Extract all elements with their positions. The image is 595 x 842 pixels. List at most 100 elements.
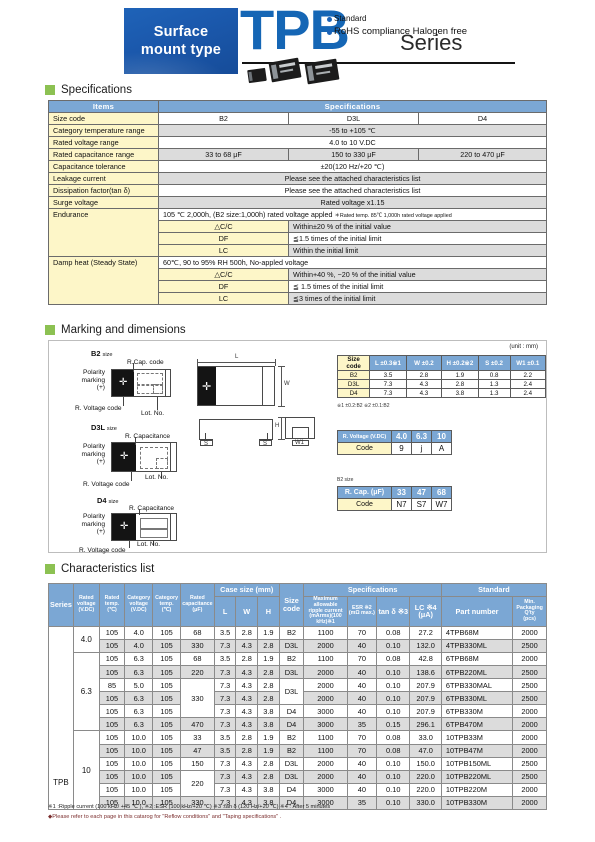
damp-heat-value: 60℃, 90 to 95% RH 500h, No-appled voltag… [158,256,547,269]
dim-col-W1: W1 ±0.1 [509,355,547,371]
col-rated-cap-l3: (μF) [192,606,203,613]
damp-lc-value: ≦3 times of the initial limit [288,292,547,305]
cell-esr: 70 [346,625,378,640]
cell-size-code: B2 [278,625,305,640]
cap-code-label: Code [337,498,392,511]
voltage-code-header: R. Voltage (V.DC) [337,430,392,443]
d3l-size-suffix: size [106,426,117,432]
cell-packaging-qty: 2500 [512,769,547,784]
cell-rated-capacitance: 220 [179,664,215,680]
cell-size-code: B2 [278,651,305,666]
col-items: Items [48,100,159,113]
d4-marking-divider-icon [140,528,168,530]
d3l-leader-cap [135,437,136,445]
characteristics-heading: Characteristics list [45,563,154,575]
cell-category-temp: 105 [152,664,181,680]
cell-esr: 70 [346,743,378,758]
dim-d3l-L: 7.3 [369,379,407,389]
cell-lc: 220.0 [409,769,442,784]
cell-ripple-current: 2000 [303,678,348,693]
cell-esr: 70 [346,730,378,745]
cell-rated-temp: 105 [98,782,126,797]
cell-case-W: 2.8 [235,625,259,640]
cell-case-L: 7.3 [213,638,237,653]
table-header-row: Items Specifications [48,100,547,113]
cell-category-voltage: 6.3 [124,704,154,719]
dimension-table-note: ※1 ±0.2:B2 ※2 ±0.1:B2 [337,403,390,409]
b2-voltage-code-label: R. Voltage code [75,405,122,412]
endurance-note: ＊Rated temp. 85℃ 1,000h rated voltage ap… [334,213,452,219]
cell-lc: 207.9 [409,691,442,706]
section-marker-icon [45,325,55,335]
cell-case-H: 1.9 [257,730,280,745]
dim-line-L [197,362,275,363]
dimension-table: Size code L ±0.3※1 W ±0.2 H ±0.2※2 S ±0.… [336,355,547,398]
col-category-temp: Category temp. (℃) [152,583,181,627]
dim-label-S2: S [263,441,268,447]
dim-col-H: H ±0.2※2 [441,355,479,371]
cell-category-temp: 105 [152,717,181,732]
cell-rated-temp: 105 [98,691,126,706]
cell-rated-capacitance: 150 [179,756,215,771]
cell-packaging-qty: 2000 [512,717,547,732]
cell-esr: 40 [346,782,378,797]
unit-label: (unit : mm) [509,344,538,350]
dim-d3l-S: 1.3 [477,379,511,389]
characteristics-table: Series Rated voltage (V.DC) Rated temp. … [48,582,548,811]
dim-d4-W1: 2.4 [509,388,547,398]
cell-esr: 40 [346,678,378,693]
cell-lc: 207.9 [409,704,442,719]
b2-leader-lot [157,397,158,410]
cell-part-number: 4TPB330ML [440,638,514,653]
cell-packaging-qty: 2500 [512,664,547,680]
table-row: 10 105 10.0 105 33 3.5 2.8 1.9 B2 1100 70 0.08 33.0 1… [49,730,547,810]
cell-packaging-qty: 2500 [512,756,547,771]
endurance-main: 105 ℃ 2,000h, (B2 size:1,000h) rated vol… [163,210,333,219]
d4-size-code: D4 [97,496,107,505]
cell-esr: 40 [346,638,378,653]
cell-part-number: 6TPB330MAL [440,678,514,693]
cell-case-H: 1.9 [257,625,280,640]
cell-category-voltage: 10.0 [124,756,154,771]
col-qty-l2: (pcs) [523,616,536,623]
d3l-cathode-icon [170,443,176,471]
cell-rated-voltage: 10 [72,730,100,810]
cell-lc: 47.0 [409,743,442,758]
leakage-label: Leakage current [48,172,159,185]
cell-rated-temp: 105 [98,730,126,745]
cell-category-temp: 105 [152,691,181,706]
endurance-label: Endurance [48,208,159,257]
cell-rated-voltage: 6.3 [72,651,100,732]
col-specifications: Specifications [158,100,547,113]
col-category-voltage: Category voltage (V.DC) [124,583,154,627]
cell-category-voltage: 5.0 [124,678,154,693]
size-code-label: Size code [48,112,159,125]
table-row: TPB 4.0 105 4.0 105 68 3.5 2.8 1.9 B2 1100 70 0.08 27… [48,625,547,811]
d4-cathode-icon [170,514,176,540]
cell-esr: 40 [346,769,378,784]
cell-rated-temp: 105 [98,717,126,732]
col-ripple-l3: (mArms)(100 kHz)※1 [309,613,342,625]
voltage-code-v1: 4.0 [391,430,412,443]
cell-ripple-current: 1100 [303,730,348,745]
dim-label-H: H [275,423,280,429]
cell-category-temp: 105 [152,704,181,719]
row-leakage: Leakage current Please see the attached … [48,172,547,185]
damp-df-value: ≦ 1.5 times of the initial limit [288,280,547,293]
col-lc-l2: (μA) [418,610,433,620]
col-esr: ESR ※2 (mΩ max.) [346,596,378,627]
cell-rated-capacitance: 68 [179,625,215,640]
cell-category-voltage: 4.0 [124,625,154,640]
dim-d3l-W: 4.3 [405,379,443,389]
cap-code-c3: W7 [431,498,452,511]
voltage-code-table: R. Voltage (V.DC) 4.0 6.3 10 Code 9 j A [337,430,452,455]
table-row: 85 5.0 105 330 7.3 4.3 2.8 D3L 2000 40 0.10 207.9 6T… [49,678,547,719]
cell-tand: 0.10 [376,638,411,653]
bullet-rohs-label: RoHS compliance Halogen free [334,26,468,38]
d4-size-suffix: size [108,499,119,505]
cell-size-code: B2 [278,743,305,758]
cell-case-H: 3.8 [257,717,280,732]
characteristics-title: Characteristics list [61,563,155,575]
endurance-df-value: ≦1.5 times of the initial limit [288,232,547,245]
b2-leader-voltage [123,397,124,406]
